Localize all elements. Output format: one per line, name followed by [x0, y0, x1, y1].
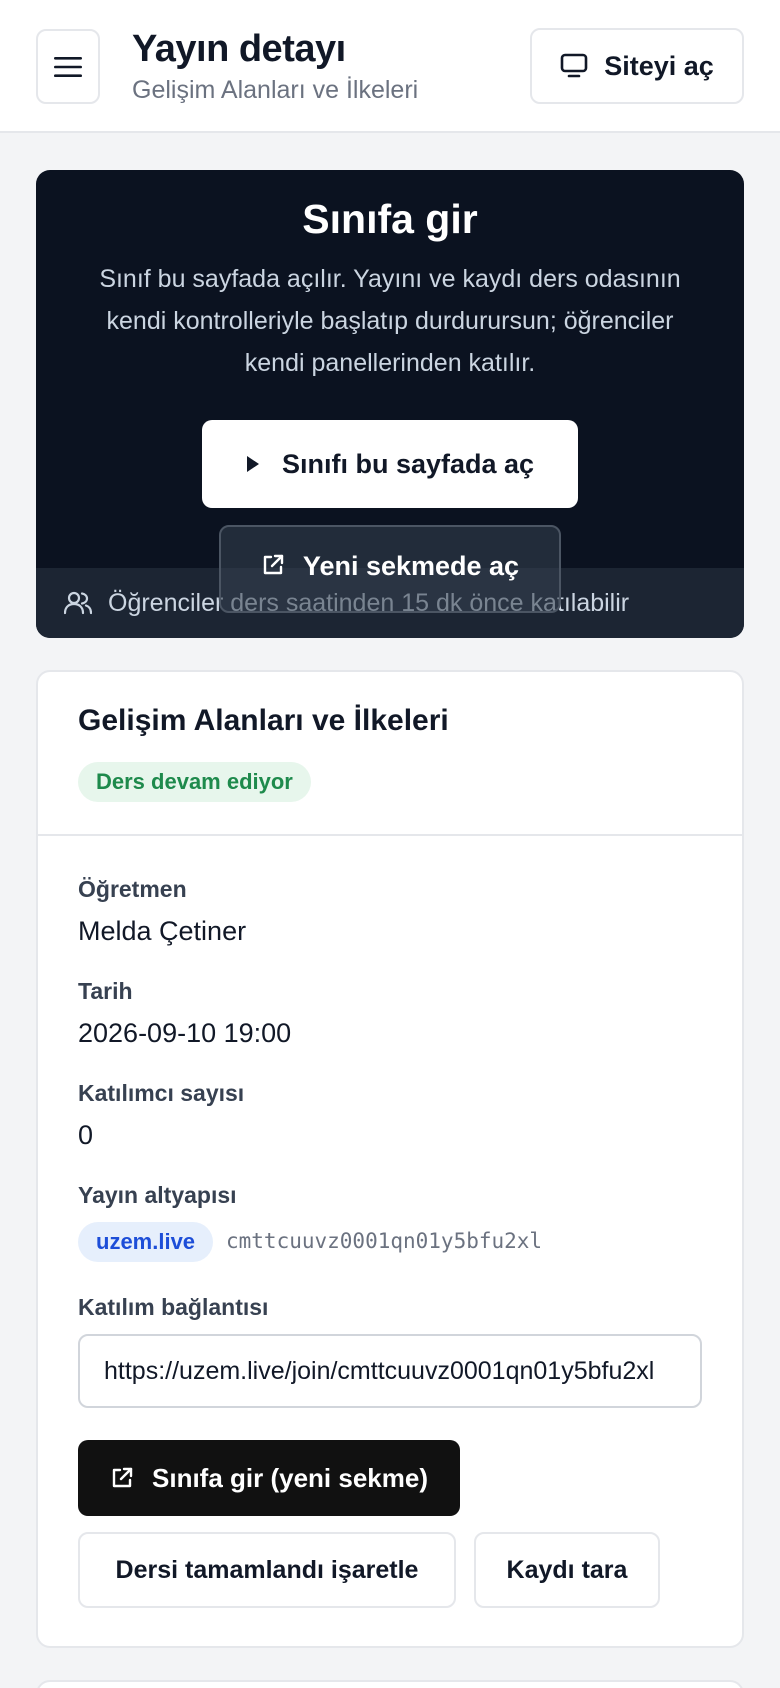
join-link-label: Katılım bağlantısı	[78, 1294, 269, 1320]
open-class-here-label: Sınıfı bu sayfada aç	[281, 448, 535, 479]
participants-value: 0	[78, 1120, 94, 1150]
play-icon	[246, 455, 260, 473]
open-class-here-button[interactable]: Sınıfı bu sayfada aç	[202, 420, 578, 508]
external-link-icon	[261, 553, 285, 577]
next-card	[36, 1680, 744, 1688]
mark-completed-button[interactable]: Dersi tamamlandı işaretle	[78, 1532, 456, 1608]
date-value: 2026-09-10 19:00	[78, 1018, 292, 1048]
open-site-button[interactable]: Siteyi aç	[530, 28, 744, 104]
open-new-tab-button[interactable]: Yeni sekmede aç	[219, 525, 561, 613]
enter-class-panel: Sınıfa gir Sınıf bu sayfada açılır. Yayı…	[36, 170, 744, 638]
infra-label: Yayın altyapısı	[78, 1182, 237, 1208]
page-title: Yayın detayı	[132, 28, 346, 70]
external-link-icon	[110, 1466, 134, 1490]
open-site-label: Siteyi aç	[604, 50, 714, 81]
enter-class-new-tab-label: Sınıfa gir (yeni sekme)	[152, 1462, 428, 1493]
scan-recording-button[interactable]: Kaydı tara	[474, 1532, 660, 1608]
menu-icon	[54, 56, 82, 78]
participants-label: Katılımcı sayısı	[78, 1080, 245, 1106]
page-subtitle: Gelişim Alanları ve İlkeleri	[132, 76, 419, 104]
hero-description: Sınıf bu sayfada açılır. Yayını ve kaydı…	[99, 265, 681, 377]
date-label: Tarih	[78, 978, 133, 1004]
users-icon	[64, 591, 92, 615]
app-header: Yayın detayı Gelişim Alanları ve İlkeler…	[0, 0, 780, 133]
menu-button[interactable]	[36, 29, 100, 104]
broadcast-detail-card: Gelişim Alanları ve İlkeleri Ders devam …	[36, 670, 744, 1648]
infra-badge: uzem.live	[78, 1222, 214, 1262]
open-new-tab-label: Yeni sekmede aç	[302, 551, 520, 581]
status-badge: Ders devam ediyor	[78, 762, 311, 802]
divider	[38, 834, 742, 836]
enter-class-new-tab-button[interactable]: Sınıfa gir (yeni sekme)	[78, 1440, 460, 1516]
monitor-icon	[560, 53, 588, 79]
course-title: Gelişim Alanları ve İlkeleri	[78, 704, 449, 737]
teacher-label: Öğretmen	[78, 876, 187, 902]
teacher-value: Melda Çetiner	[78, 916, 247, 946]
infra-id: cmttcuuvz0001qn01y5bfu2xl	[226, 1229, 543, 1253]
hero-title: Sınıfa gir	[302, 196, 478, 242]
join-link-input[interactable]	[78, 1334, 702, 1408]
